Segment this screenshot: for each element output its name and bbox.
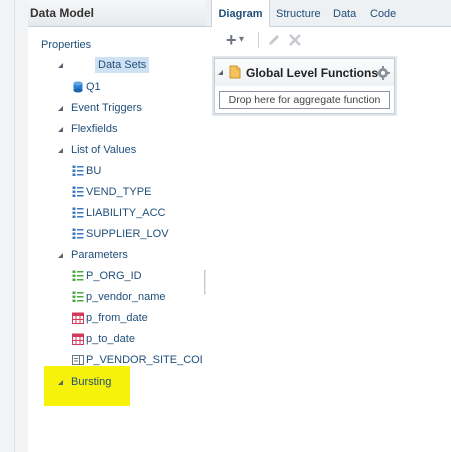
expand-triangle-icon[interactable] [218, 70, 223, 75]
tree-item-label: LIABILITY_ACC [86, 207, 166, 219]
tree-item-parameter[interactable]: p_to_date [72, 331, 202, 347]
glf-title: Global Level Functions [246, 66, 379, 80]
tree-item-label: Parameters [71, 249, 128, 261]
expand-triangle-icon[interactable] [58, 148, 63, 153]
editor-tabs: Diagram Structure Data Code [206, 0, 451, 27]
diagram-toolbar: + ▾ [206, 27, 451, 53]
tree-item-label: Q1 [86, 81, 101, 93]
text-parameter-icon [72, 291, 84, 302]
expand-triangle-icon[interactable] [58, 106, 63, 111]
document-icon [229, 65, 241, 79]
tree-item-lov[interactable]: BU [72, 163, 202, 179]
tree-item-label: BU [86, 165, 102, 177]
list-of-values-icon [72, 228, 84, 239]
left-collapsed-strip [0, 0, 29, 452]
tree-item-label: P_ORG_ID [86, 270, 142, 282]
add-dropdown-caret[interactable]: ▾ [239, 31, 244, 49]
gear-icon[interactable] [376, 66, 390, 80]
tree-item-label: Event Triggers [71, 102, 142, 114]
tree-item-flexfields[interactable]: Flexfields [56, 121, 206, 137]
tree-item-label: Bursting [71, 376, 112, 388]
tree-item-label: p_from_date [86, 312, 148, 324]
tree-item-lov[interactable]: LIABILITY_ACC [72, 205, 202, 221]
calendar-icon [72, 333, 84, 345]
close-icon[interactable] [288, 33, 302, 47]
tree-item-label: VEND_TYPE [86, 186, 152, 198]
tree-item-label: p_to_date [86, 333, 135, 345]
tab-structure[interactable]: Structure [276, 0, 321, 26]
pencil-icon[interactable] [267, 33, 281, 47]
text-parameter-icon [72, 270, 84, 281]
list-of-values-icon [72, 207, 84, 218]
global-level-functions-box[interactable]: Global Level Functions Drop here for agg… [214, 58, 395, 114]
list-of-values-icon [72, 165, 84, 176]
tree-item-q1[interactable]: Q1 [72, 79, 202, 95]
tree-item-lov[interactable]: SUPPLIER_LOV [72, 226, 202, 242]
tree-item-parameter[interactable]: p_from_date [72, 310, 202, 326]
tree-item-label: Flexfields [71, 123, 118, 135]
tree-item-parameter[interactable]: p_vendor_name [72, 289, 202, 305]
tree-item-label: p_vendor_name [86, 291, 166, 303]
tree-item-data-sets[interactable]: Data Sets [56, 57, 206, 73]
tab-code[interactable]: Code [370, 0, 396, 26]
add-button[interactable]: + [226, 31, 237, 49]
tree-item-label: SUPPLIER_LOV [86, 228, 169, 240]
menu-parameter-icon [72, 355, 84, 365]
tab-data[interactable]: Data [333, 0, 356, 26]
expand-triangle-icon[interactable] [58, 380, 63, 385]
data-model-panel: Data Model Properties Data Sets Q1 Event… [28, 0, 207, 452]
panel-title: Data Model [28, 0, 206, 27]
glf-header: Global Level Functions [215, 59, 394, 86]
dataset-icon [73, 81, 83, 93]
tree-item-label: Data Sets [95, 57, 150, 73]
expand-triangle-icon[interactable] [58, 127, 63, 132]
tab-diagram[interactable]: Diagram [211, 0, 270, 27]
expand-triangle-icon[interactable] [58, 253, 63, 258]
tree-item-list-of-values[interactable]: List of Values [56, 142, 206, 158]
editor-pane: Diagram Structure Data Code + ▾ Global L… [206, 0, 451, 452]
expand-triangle-icon[interactable] [58, 63, 63, 68]
list-of-values-icon [72, 186, 84, 197]
tree-item-parameters[interactable]: Parameters [56, 247, 206, 263]
tree-item-bursting[interactable]: Bursting [56, 374, 156, 390]
tree-item-label: Properties [41, 39, 92, 51]
calendar-icon [72, 312, 84, 324]
tree-item-parameter[interactable]: P_ORG_ID [72, 268, 202, 284]
tree-item-lov[interactable]: VEND_TYPE [72, 184, 202, 200]
aggregate-drop-zone[interactable]: Drop here for aggregate function [219, 91, 390, 109]
tree-item-event-triggers[interactable]: Event Triggers [56, 100, 206, 116]
tree-item-label: List of Values [71, 144, 137, 156]
toolbar-divider [258, 32, 259, 48]
